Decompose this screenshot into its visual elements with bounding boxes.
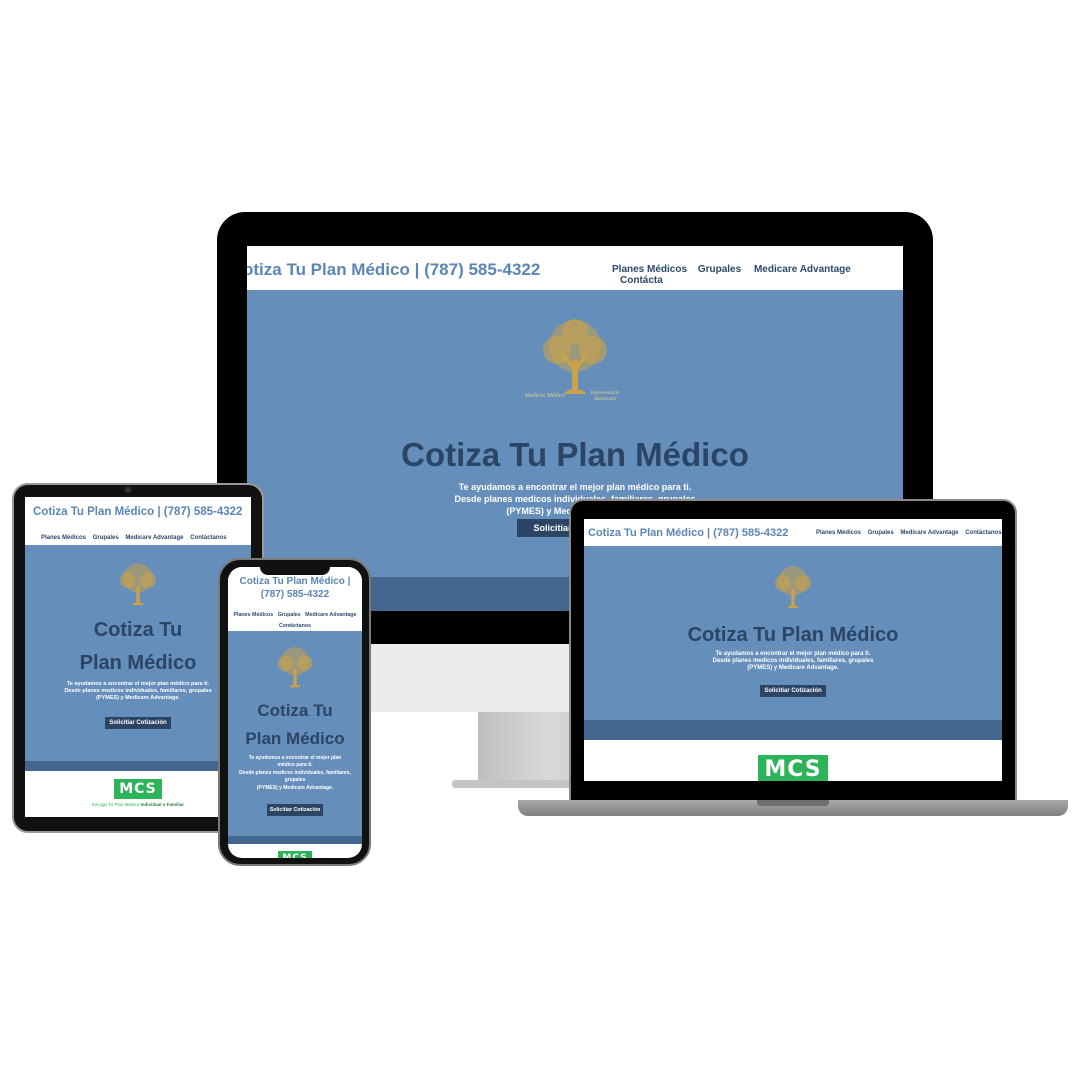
laptop-nav-planes-medicos[interactable]: Planes Médicos	[816, 530, 861, 536]
laptop-notch	[757, 800, 829, 806]
tablet-nav-planes-medicos[interactable]: Planes Médicos	[41, 535, 86, 541]
laptop-hero-title: Cotiza Tu Plan Médico	[687, 624, 899, 646]
monitor-nav-contacto[interactable]: Contácta	[620, 275, 663, 286]
phone-band	[228, 836, 362, 844]
monitor-nav-planes-medicos[interactable]: Planes Médicos	[612, 264, 687, 275]
laptop-hero-sub-3: (PYMES) y Medicare Advantage.	[747, 665, 839, 671]
tablet-nav-medicare[interactable]: Medicare Advantage	[125, 535, 183, 541]
laptop-header: Cotiza Tu Plan Médico | (787) 585-4322 P…	[584, 519, 1002, 546]
phone-header: Cotiza Tu Plan Médico | (787) 585-4322 P…	[228, 567, 362, 631]
monitor-hero-sub-1: Te ayudamos a encontrar el mejor plan mé…	[458, 482, 692, 492]
laptop-site-brand[interactable]: Cotiza Tu Plan Médico | (787) 585-4322	[588, 527, 788, 539]
phone-site-brand-line-2[interactable]: (787) 585-4322	[228, 589, 362, 600]
phone-notch	[260, 567, 330, 575]
tablet-cta-button[interactable]: Solicitiar Cotización	[105, 717, 171, 729]
phone-cta-button[interactable]: Solicitiar Cotización	[266, 804, 324, 816]
laptop-hero-sub-2: Desde planes medicos individuales, famil…	[712, 658, 874, 664]
laptop-band	[584, 720, 1002, 740]
phone-tree-logo	[228, 645, 362, 695]
laptop-hero: Cotiza Tu Plan Médico Te ayudamos a enco…	[584, 546, 1002, 720]
tablet-header: Cotiza Tu Plan Médico | (787) 585-4322 P…	[25, 497, 251, 545]
phone-nav-medicare[interactable]: Medicare Advantage	[305, 612, 356, 618]
tablet-site-brand[interactable]: Cotiza Tu Plan Médico | (787) 585-4322	[33, 506, 242, 518]
tablet-nav: Planes Médicos Grupales Medicare Advanta…	[41, 535, 227, 541]
phone-site-brand-line-1[interactable]: Cotiza Tu Plan Médico |	[228, 576, 362, 587]
monitor-nav-medicare[interactable]: Medicare Advantage	[754, 264, 851, 275]
phone-hero-title-line-2: Plan Médico	[245, 729, 345, 748]
laptop-nav-contacto[interactable]: Contáctanos	[965, 530, 1001, 536]
tablet-nav-contacto[interactable]: Contáctanos	[190, 535, 226, 541]
phone-hero-sub-2: Desde planes medicos individuales, famil…	[239, 770, 351, 783]
monitor-hero-title: Cotiza Tu Plan Médico	[401, 436, 749, 473]
monitor-nav-grupales[interactable]: Grupales	[698, 264, 741, 275]
phone-hero-sub-3: (PYMES) y Medicare Advantage.	[256, 785, 334, 791]
monitor-logo-caption-left: Medicos Médico	[525, 393, 565, 399]
laptop-nav-medicare[interactable]: Medicare Advantage	[900, 530, 958, 536]
laptop-tree-logo	[584, 564, 1002, 616]
laptop-hero-sub-1: Te ayudamos a encontrar el mejor plan mé…	[715, 651, 871, 657]
phone-nav-grupales[interactable]: Grupales	[278, 612, 301, 618]
laptop-cta-button[interactable]: Solicitiar Cotización	[760, 685, 826, 697]
phone-mcs-logo: MCS	[278, 851, 312, 858]
phone-hero: Cotiza Tu Plan Médico Te ayudamos a enco…	[228, 631, 362, 836]
phone-nav-planes-medicos[interactable]: Planes Médicos	[233, 612, 273, 618]
phone-nav: Planes Médicos Grupales Medicare Advanta…	[228, 612, 362, 618]
phone-nav-contacto[interactable]: Contáctanos	[279, 623, 311, 629]
laptop-nav: Planes Médicos Grupales Medicare Advanta…	[816, 530, 1002, 536]
monitor-logo-caption-right: Representante Autorizado	[590, 391, 620, 402]
phone-nav-row-2: Contáctanos	[228, 623, 362, 629]
phone-hero-title-line-1: Cotiza Tu	[257, 701, 333, 720]
laptop-screen: Cotiza Tu Plan Médico | (787) 585-4322 P…	[584, 519, 1002, 781]
monitor-header: otiza Tu Plan Médico | (787) 585-4322 Pl…	[247, 246, 903, 290]
tablet-nav-grupales[interactable]: Grupales	[93, 535, 119, 541]
monitor-tree-logo	[247, 316, 903, 408]
laptop-nav-grupales[interactable]: Grupales	[868, 530, 894, 536]
laptop-mcs-logo: MCS	[758, 755, 828, 781]
phone-mcs-area: MCS	[228, 847, 362, 858]
tablet-mcs-logo: MCS	[114, 779, 162, 799]
tablet-camera	[125, 487, 131, 493]
tablet-mcs-caption-a: Escoge Tu Plan Médico	[91, 802, 140, 807]
phone-hero-sub-1: Te ayudamos a encontrar el mejor plan mé…	[248, 755, 342, 768]
monitor-nav: Planes Médicos Grupales Medicare Advanta…	[612, 264, 903, 286]
tablet-mcs-caption-b: Individual o Familiar	[140, 802, 185, 807]
laptop-mcs-area: MCS	[584, 755, 1002, 781]
monitor-site-brand[interactable]: otiza Tu Plan Médico | (787) 585-4322	[247, 260, 540, 280]
phone-screen: Cotiza Tu Plan Médico | (787) 585-4322 P…	[228, 567, 362, 858]
